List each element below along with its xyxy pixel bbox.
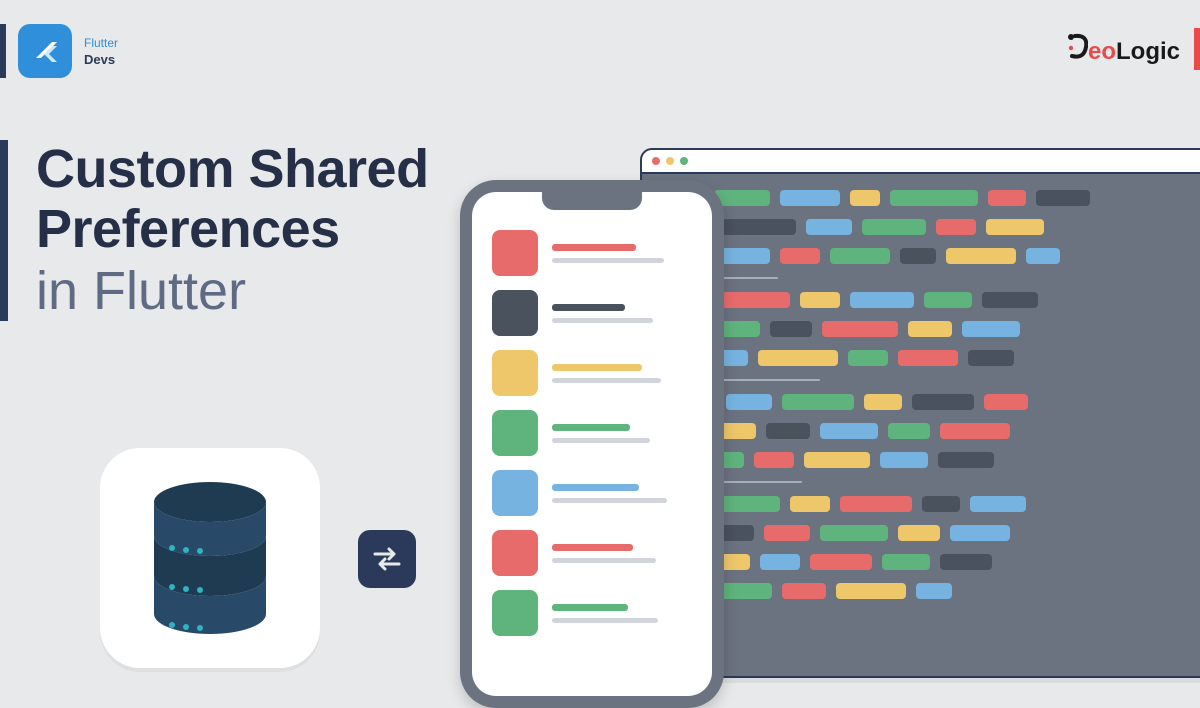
code-line bbox=[660, 379, 1200, 381]
list-item bbox=[492, 530, 692, 576]
list-item bbox=[492, 290, 692, 336]
traffic-light-close-icon bbox=[652, 157, 660, 165]
thumb-icon bbox=[492, 350, 538, 396]
brand-line2: Devs bbox=[84, 52, 118, 67]
code-line bbox=[660, 583, 1200, 599]
title-line-2: Preferences bbox=[36, 200, 429, 258]
accent-bar-icon bbox=[0, 24, 6, 78]
thumb-icon bbox=[492, 470, 538, 516]
phone-screen bbox=[472, 192, 712, 696]
flutter-glyph-icon bbox=[30, 36, 60, 66]
aeologic-mark-icon bbox=[1066, 33, 1088, 59]
brand-text: Flutter Devs bbox=[84, 36, 118, 67]
accent-bar-right-icon bbox=[1194, 28, 1200, 70]
code-line bbox=[660, 481, 1200, 483]
thumb-icon bbox=[492, 530, 538, 576]
aeologic-logo: eo Logic bbox=[1066, 33, 1180, 66]
thumb-icon bbox=[492, 290, 538, 336]
code-line bbox=[660, 452, 1200, 468]
brand-flutterdevs: Flutter Devs bbox=[0, 24, 118, 78]
code-line bbox=[660, 277, 1200, 279]
title-line-3: in Flutter bbox=[36, 261, 429, 321]
thumb-icon bbox=[492, 230, 538, 276]
thumb-icon bbox=[492, 410, 538, 456]
code-line bbox=[660, 190, 1200, 206]
list-item bbox=[492, 350, 692, 396]
list-item bbox=[492, 470, 692, 516]
database-icon bbox=[140, 478, 280, 638]
brand-aeologic: eo Logic bbox=[1066, 28, 1200, 70]
thumb-icon bbox=[492, 590, 538, 636]
page-title-block: Custom Shared Preferences in Flutter bbox=[0, 140, 429, 321]
list-item bbox=[492, 590, 692, 636]
code-window bbox=[640, 148, 1200, 678]
code-line bbox=[660, 350, 1200, 366]
traffic-light-minimize-icon bbox=[666, 157, 674, 165]
phone-mockup bbox=[460, 180, 724, 708]
code-line bbox=[660, 321, 1200, 337]
title-accent-bar-icon bbox=[0, 140, 8, 321]
code-line bbox=[660, 248, 1200, 264]
title-line-1: Custom Shared bbox=[36, 140, 429, 198]
code-line bbox=[660, 423, 1200, 439]
phone-notch-icon bbox=[542, 192, 642, 210]
flutterdevs-logo-icon bbox=[18, 24, 72, 78]
list-item bbox=[492, 410, 692, 456]
code-line bbox=[660, 496, 1200, 512]
code-line bbox=[660, 219, 1200, 235]
brand-line1: Flutter bbox=[84, 36, 118, 50]
swap-card bbox=[358, 530, 416, 588]
aeologic-dark-text: Logic bbox=[1116, 38, 1180, 66]
code-line bbox=[660, 525, 1200, 541]
list-item bbox=[492, 230, 692, 276]
code-line bbox=[660, 394, 1200, 410]
code-area bbox=[642, 174, 1200, 615]
traffic-light-zoom-icon bbox=[680, 157, 688, 165]
database-card bbox=[100, 448, 320, 668]
code-line bbox=[660, 554, 1200, 570]
swap-arrows-icon bbox=[370, 542, 404, 576]
phone-list bbox=[472, 192, 712, 654]
code-line bbox=[660, 292, 1200, 308]
window-titlebar bbox=[642, 150, 1200, 174]
aeologic-red-text: eo bbox=[1088, 38, 1116, 66]
